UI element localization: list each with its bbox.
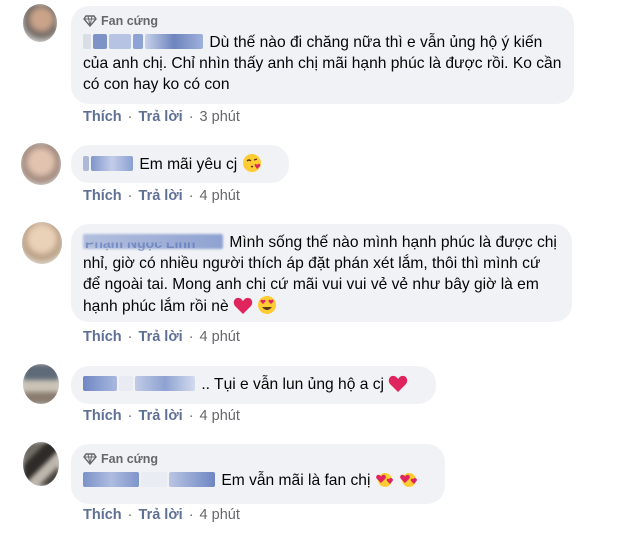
fan-badge: Fan cứng bbox=[83, 12, 562, 30]
author-name-blurred[interactable] bbox=[83, 470, 217, 491]
comment-actions: Thích · Trả lời · 4 phút bbox=[83, 408, 240, 424]
comment-actions: Thích · Trả lời · 4 phút bbox=[83, 507, 240, 523]
separator: · bbox=[188, 408, 194, 424]
author-name-blurred[interactable]: Phạm Ngọc Linh bbox=[83, 232, 225, 253]
comment-body: Em vẫn mãi là fan chị bbox=[221, 472, 371, 489]
comment-text: Em mãi yêu cj bbox=[83, 153, 277, 179]
separator: · bbox=[127, 329, 133, 345]
comment-bubble: Em mãi yêu cj bbox=[71, 145, 289, 183]
author-name-blurred[interactable] bbox=[83, 154, 135, 175]
kiss-heart-emoji bbox=[242, 153, 262, 179]
separator: · bbox=[188, 188, 194, 204]
reply-link[interactable]: Trả lời bbox=[139, 109, 183, 125]
author-name-blurred[interactable] bbox=[83, 32, 205, 53]
like-link[interactable]: Thích bbox=[83, 109, 122, 125]
separator: · bbox=[188, 109, 194, 125]
diamond-icon bbox=[83, 15, 97, 27]
comment-bubble: Fan cứng Em vẫn mãi là fan chị bbox=[71, 444, 445, 504]
separator: · bbox=[127, 109, 133, 125]
like-link[interactable]: Thích bbox=[83, 408, 122, 424]
timestamp[interactable]: 4 phút bbox=[200, 188, 240, 204]
avatar[interactable] bbox=[23, 4, 57, 42]
avatar[interactable] bbox=[21, 143, 61, 185]
diamond-icon bbox=[83, 453, 97, 465]
separator: · bbox=[127, 188, 133, 204]
comment-actions: Thích · Trả lời · 3 phút bbox=[83, 109, 240, 125]
avatar[interactable] bbox=[22, 222, 62, 264]
timestamp[interactable]: 3 phút bbox=[200, 109, 240, 125]
comment-bubble: .. Tụi e vẫn lun ủng hộ a cj bbox=[71, 366, 436, 404]
avatar[interactable] bbox=[23, 364, 59, 404]
fan-badge: Fan cứng bbox=[83, 450, 433, 468]
comment-actions: Thích · Trả lời · 4 phút bbox=[83, 329, 240, 345]
reply-link[interactable]: Trả lời bbox=[139, 329, 183, 345]
like-link[interactable]: Thích bbox=[83, 329, 122, 345]
separator: · bbox=[188, 329, 194, 345]
like-link[interactable]: Thích bbox=[83, 188, 122, 204]
comment-text: Phạm Ngọc Linh Mình sống thế nào mình hạ… bbox=[83, 232, 560, 321]
hearts-emoji bbox=[399, 470, 419, 495]
comment-bubble: Fan cứng Dù thế nào đi chăng nữa thì e v… bbox=[71, 6, 574, 104]
separator: · bbox=[127, 507, 133, 523]
comment-text: .. Tụi e vẫn lun ủng hộ a cj bbox=[83, 374, 424, 399]
reply-link[interactable]: Trả lời bbox=[139, 408, 183, 424]
author-name-blurred[interactable] bbox=[83, 374, 197, 395]
red-heart-emoji bbox=[388, 374, 408, 399]
avatar[interactable] bbox=[23, 442, 59, 486]
hearts-emoji bbox=[375, 470, 395, 495]
separator: · bbox=[127, 408, 133, 424]
comment-text: Dù thế nào đi chăng nữa thì e vẫn ủng hộ… bbox=[83, 32, 562, 95]
reply-link[interactable]: Trả lời bbox=[139, 507, 183, 523]
comment-text: Em vẫn mãi là fan chị bbox=[83, 470, 433, 495]
comment-body: Em mãi yêu cj bbox=[139, 156, 238, 173]
timestamp[interactable]: 4 phút bbox=[200, 408, 240, 424]
heart-eyes-emoji bbox=[257, 295, 277, 321]
timestamp[interactable]: 4 phút bbox=[200, 329, 240, 345]
comment-bubble: Phạm Ngọc Linh Mình sống thế nào mình hạ… bbox=[71, 224, 572, 322]
timestamp[interactable]: 4 phút bbox=[200, 507, 240, 523]
badge-label: Fan cứng bbox=[101, 452, 158, 466]
badge-label: Fan cứng bbox=[101, 14, 158, 28]
separator: · bbox=[188, 507, 194, 523]
red-heart-emoji bbox=[233, 296, 253, 321]
reply-link[interactable]: Trả lời bbox=[139, 188, 183, 204]
like-link[interactable]: Thích bbox=[83, 507, 122, 523]
comment-actions: Thích · Trả lời · 4 phút bbox=[83, 188, 240, 204]
comment-body: .. Tụi e vẫn lun ủng hộ a cj bbox=[201, 376, 384, 393]
